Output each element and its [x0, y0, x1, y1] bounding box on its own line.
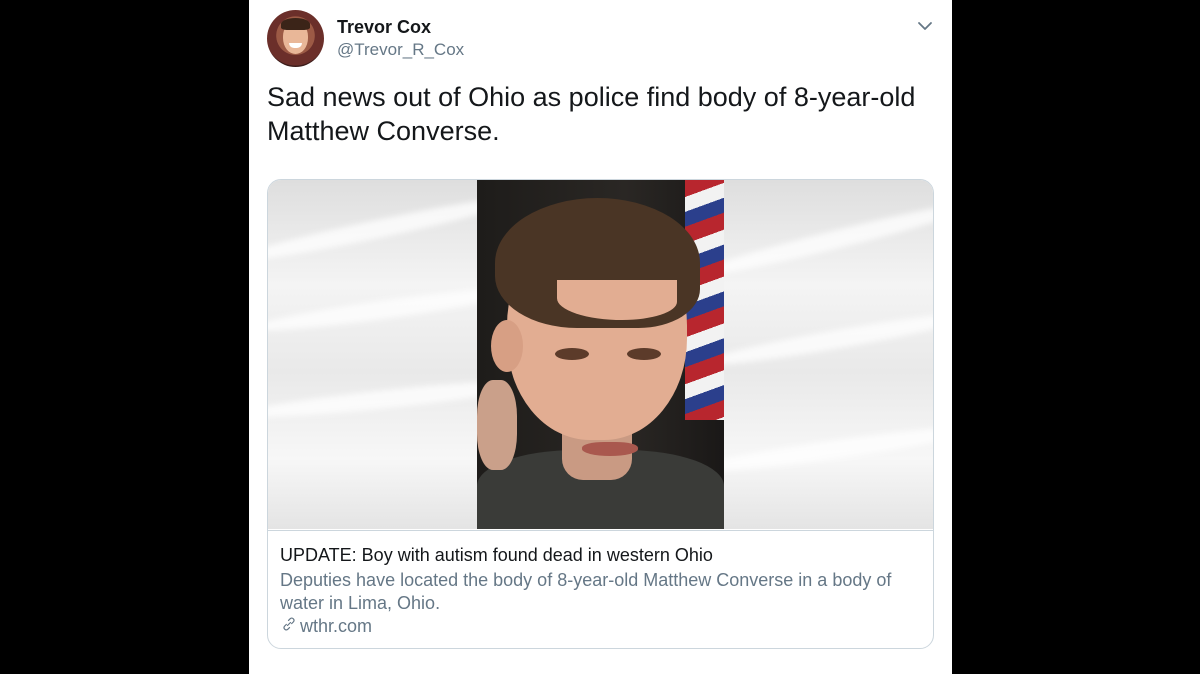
card-title[interactable]: UPDATE: Boy with autism found dead in we… [280, 545, 920, 566]
avatar[interactable] [267, 10, 324, 67]
card-body[interactable]: UPDATE: Boy with autism found dead in we… [268, 530, 933, 648]
card-domain-text[interactable]: wthr.com [300, 616, 372, 637]
card-image[interactable] [268, 180, 933, 529]
author-name[interactable]: Trevor Cox [337, 17, 431, 38]
hand [477, 380, 517, 470]
tweet-text: Sad news out of Ohio as police find body… [267, 82, 916, 146]
mouth [582, 442, 638, 456]
author-handle[interactable]: @Trevor_R_Cox [337, 40, 464, 60]
boy-photo [477, 180, 724, 529]
card-description: Deputies have located the body of 8-year… [280, 570, 892, 613]
right-eye [627, 348, 661, 360]
tweet: Trevor Cox @Trevor_R_Cox Sad news out of… [249, 0, 952, 674]
ear [491, 320, 523, 372]
link-card[interactable]: UPDATE: Boy with autism found dead in we… [267, 179, 934, 649]
link-icon [280, 615, 298, 638]
chevron-down-icon[interactable] [913, 14, 937, 38]
avatar-hair [281, 18, 310, 30]
card-domain[interactable]: wthr.com [280, 615, 372, 638]
left-eye [555, 348, 589, 360]
